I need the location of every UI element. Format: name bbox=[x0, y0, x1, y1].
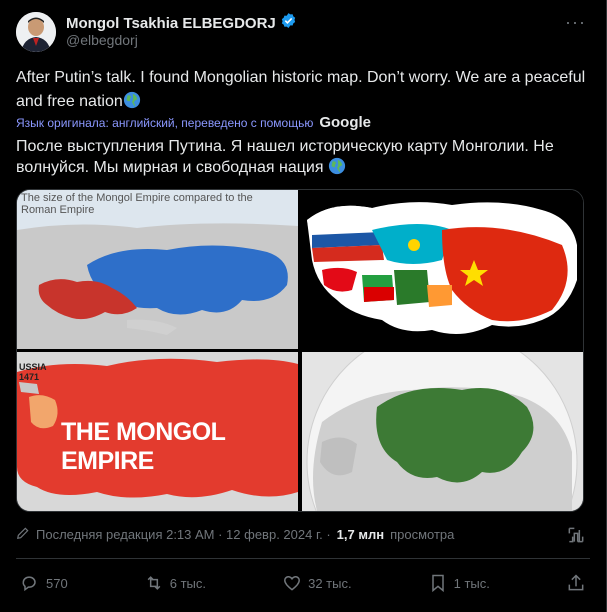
map-globe-green-empire[interactable] bbox=[302, 352, 583, 511]
more-options-icon[interactable]: ··· bbox=[565, 12, 586, 33]
heart-icon bbox=[284, 576, 301, 591]
like-button[interactable]: 32 тыс. bbox=[282, 573, 352, 593]
repost-icon bbox=[147, 576, 161, 590]
translation-note[interactable]: Язык оригинала: английский, переведено с… bbox=[16, 114, 371, 131]
like-count: 32 тыс. bbox=[308, 575, 352, 591]
post-text-original: After Putin’s talk. I found Mongolian hi… bbox=[16, 66, 591, 114]
map1-caption: The size of the Mongol Empire compared t… bbox=[21, 192, 253, 216]
verified-badge-icon bbox=[280, 12, 297, 34]
map3-title: THE MONGOL EMPIRE bbox=[61, 418, 225, 475]
map3-label-line2: 1471 bbox=[19, 372, 40, 382]
translation-note-text[interactable]: Язык оригинала: английский, переведено с… bbox=[16, 116, 313, 130]
map3-label-line1: USSIA bbox=[19, 362, 47, 372]
repost-button[interactable]: 6 тыс. bbox=[144, 573, 206, 593]
bookmark-icon bbox=[431, 574, 444, 593]
author-handle[interactable]: @elbegdorj bbox=[66, 32, 138, 48]
post-text-ru: После выступления Путина. Я нашел истори… bbox=[16, 138, 554, 176]
tweet: Mongol Tsakhia ELBEGDORJ @elbegdorj ··· … bbox=[0, 0, 607, 612]
share-icon bbox=[568, 574, 584, 591]
edited-timestamp[interactable]: Последняя редакция 2:13 AM · 12 февр. 20… bbox=[36, 527, 331, 542]
reply-icon bbox=[22, 576, 36, 592]
divider bbox=[16, 558, 590, 559]
globe-emoji-icon bbox=[328, 157, 346, 175]
media-grid[interactable]: The size of the Mongol Empire compared t… bbox=[16, 189, 584, 512]
reply-count: 570 bbox=[46, 575, 68, 591]
share-button[interactable] bbox=[566, 573, 586, 593]
views-count: 1,7 млн bbox=[336, 527, 385, 542]
post-meta: Последняя редакция 2:13 AM · 12 февр. 20… bbox=[16, 526, 454, 543]
reply-button[interactable]: 570 bbox=[20, 573, 68, 593]
bookmark-count: 1 тыс. bbox=[453, 575, 490, 591]
map-mongol-empire-red[interactable]: USSIA 1471 THE MONGOL EMPIRE bbox=[17, 352, 298, 511]
map-flags-overlay[interactable] bbox=[302, 190, 583, 349]
avatar[interactable] bbox=[16, 12, 56, 52]
map3-label: USSIA 1471 bbox=[19, 362, 47, 382]
globe-emoji-icon bbox=[123, 91, 141, 109]
post-text-en: After Putin’s talk. I found Mongolian hi… bbox=[16, 69, 586, 110]
edit-pencil-icon[interactable] bbox=[16, 526, 30, 543]
post-text-translated: После выступления Путина. Я нашел истори… bbox=[16, 136, 591, 178]
author-name[interactable]: Mongol Tsakhia ELBEGDORJ bbox=[66, 15, 276, 32]
action-bar: 570 6 тыс. 32 тыс. 1 тыс. bbox=[20, 573, 586, 593]
views-label: просмотра bbox=[390, 527, 455, 542]
repost-count: 6 тыс. bbox=[169, 575, 207, 591]
bookmark-button[interactable]: 1 тыс. bbox=[428, 573, 490, 593]
analytics-icon[interactable] bbox=[566, 525, 586, 545]
google-logo: Google bbox=[319, 114, 372, 131]
map-mongol-vs-roman[interactable]: The size of the Mongol Empire compared t… bbox=[17, 190, 298, 349]
